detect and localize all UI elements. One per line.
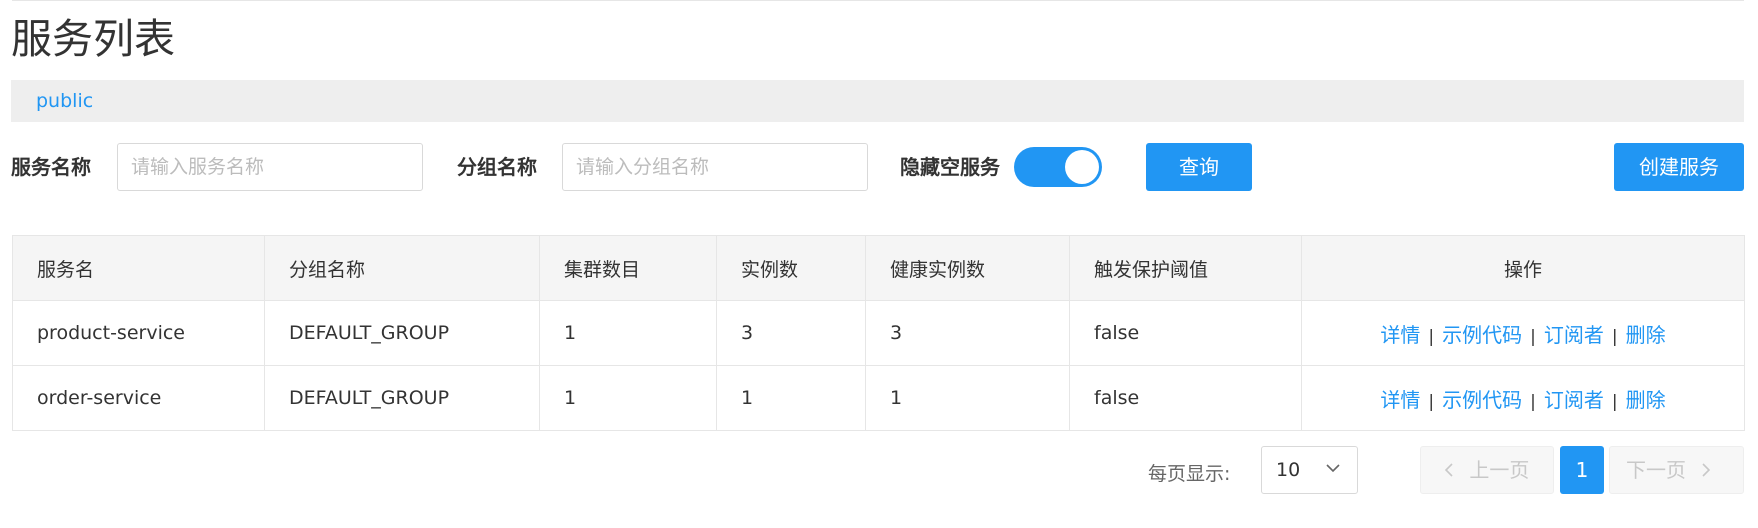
service-name-input[interactable] (117, 143, 423, 191)
cell-protect-threshold: false (1069, 300, 1302, 366)
service-table: 服务名 分组名称 集群数目 实例数 健康实例数 触发保护阈值 操作 produc… (12, 235, 1745, 431)
prev-page-label: 上一页 (1469, 458, 1530, 482)
detail-link[interactable]: 详情 (1380, 323, 1420, 347)
column-header-service: 服务名 (12, 235, 265, 301)
top-divider (12, 0, 1744, 1)
cell-healthy-count: 1 (865, 365, 1070, 431)
cell-group-name: DEFAULT_GROUP (264, 365, 540, 431)
table-header-row: 服务名 分组名称 集群数目 实例数 健康实例数 触发保护阈值 操作 (12, 235, 1745, 301)
column-header-group: 分组名称 (264, 235, 540, 301)
namespace-bar: public (11, 80, 1744, 122)
cell-instance-count: 3 (716, 300, 866, 366)
group-name-label: 分组名称 (457, 155, 537, 179)
action-separator: | (1530, 326, 1536, 347)
cell-cluster-count: 1 (539, 300, 717, 366)
subscribers-link[interactable]: 订阅者 (1544, 323, 1604, 347)
action-separator: | (1530, 391, 1536, 412)
namespace-public-link[interactable]: public (36, 80, 93, 122)
cell-service-name: product-service (12, 300, 265, 366)
column-header-clusters: 集群数目 (539, 235, 717, 301)
table-row: product-service DEFAULT_GROUP 1 3 3 fals… (12, 300, 1745, 366)
hide-empty-toggle[interactable] (1014, 147, 1102, 187)
action-separator: | (1428, 391, 1435, 412)
prev-page-button[interactable]: 上一页 (1420, 446, 1554, 494)
column-header-healthy: 健康实例数 (865, 235, 1070, 301)
cell-cluster-count: 1 (539, 365, 717, 431)
action-separator: | (1611, 391, 1618, 412)
column-header-actions: 操作 (1301, 235, 1745, 301)
next-page-label: 下一页 (1626, 458, 1686, 482)
sample-code-link[interactable]: 示例代码 (1442, 388, 1522, 412)
cell-actions: 详情 | 示例代码 | 订阅者 | 删除 (1301, 365, 1745, 431)
chevron-left-icon (1444, 463, 1453, 477)
page-size-label: 每页显示: (1148, 463, 1231, 485)
table-row: order-service DEFAULT_GROUP 1 1 1 false … (12, 365, 1745, 431)
cell-healthy-count: 3 (865, 300, 1070, 366)
page-1-button[interactable]: 1 (1560, 446, 1604, 494)
subscribers-link[interactable]: 订阅者 (1544, 388, 1604, 412)
action-separator: | (1611, 326, 1618, 347)
sample-code-link[interactable]: 示例代码 (1442, 323, 1522, 347)
column-header-instances: 实例数 (716, 235, 866, 301)
cell-group-name: DEFAULT_GROUP (264, 300, 540, 366)
page-size-select[interactable]: 10 (1261, 446, 1358, 494)
page-size-value: 10 (1276, 459, 1301, 481)
group-name-input[interactable] (562, 143, 868, 191)
query-button[interactable]: 查询 (1146, 143, 1252, 191)
next-page-button[interactable]: 下一页 (1609, 446, 1744, 494)
cell-service-name: order-service (12, 365, 265, 431)
service-name-label: 服务名称 (11, 155, 91, 179)
delete-link[interactable]: 删除 (1626, 323, 1666, 347)
delete-link[interactable]: 删除 (1626, 388, 1666, 412)
column-header-protect: 触发保护阈值 (1069, 235, 1302, 301)
detail-link[interactable]: 详情 (1380, 388, 1420, 412)
page-title: 服务列表 (11, 15, 175, 63)
action-separator: | (1428, 326, 1435, 347)
cell-instance-count: 1 (716, 365, 866, 431)
chevron-right-icon (1702, 463, 1711, 477)
chevron-down-icon (1326, 464, 1340, 473)
toggle-knob (1065, 150, 1099, 184)
create-service-button[interactable]: 创建服务 (1614, 143, 1744, 191)
hide-empty-label: 隐藏空服务 (900, 155, 1000, 179)
cell-protect-threshold: false (1069, 365, 1302, 431)
cell-actions: 详情 | 示例代码 | 订阅者 | 删除 (1301, 300, 1745, 366)
